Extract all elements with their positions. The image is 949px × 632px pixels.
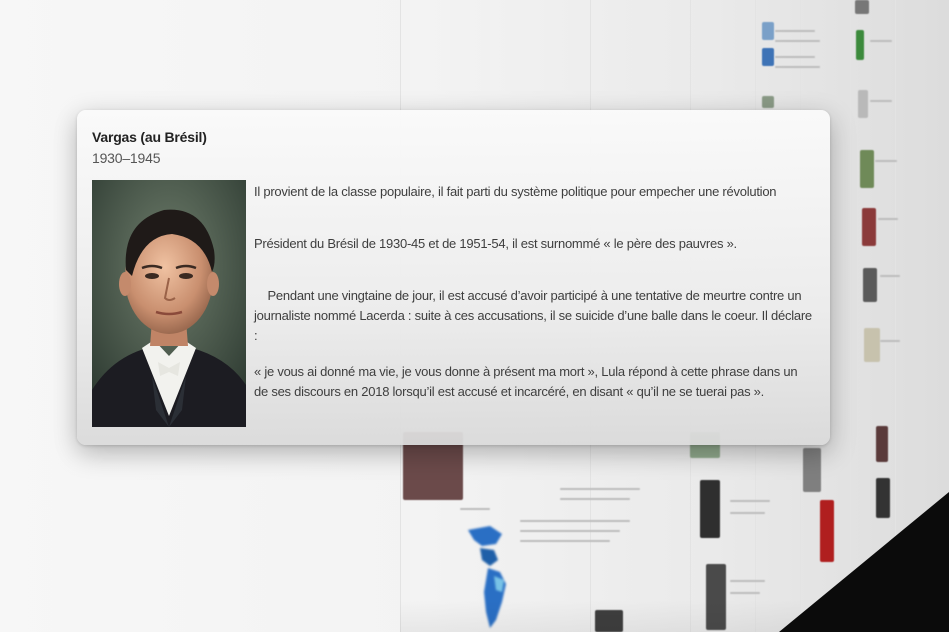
wall-text-line [460,508,490,510]
wall-text-line [878,218,898,220]
wall-text-line [560,488,640,490]
portrait-photo-icon [92,180,246,427]
description-paragraph: Pendant une vingtaine de jour, il est ac… [254,288,816,343]
wall-text-line [730,592,760,594]
wall-text-line [775,56,815,58]
wall-text-line [775,40,820,42]
wall-text-line [875,160,897,162]
wall-thumbnail [858,90,868,118]
event-dates: 1930–1945 [92,150,161,166]
wall-text-line [870,40,892,42]
wall-text-line [730,580,765,582]
wall-thumbnail [863,268,877,302]
wall-text-line [880,275,900,277]
wall-thumbnail [762,22,774,40]
wall-text-line [560,498,630,500]
un-emblem-icon [762,48,774,66]
wall-text-line [520,520,630,522]
wall-thumbnail [862,208,876,246]
wall-text-line [880,340,900,342]
wall-thumbnail [855,0,869,14]
wall-thumbnail [700,480,720,538]
wall-thumbnail [876,426,888,462]
event-title: Vargas (au Brésil) [92,129,207,145]
wall-thumbnail [762,96,774,108]
wall-text-line [730,500,770,502]
wall-thumbnail [803,448,821,492]
description-paragraph: Il provient de la classe populaire, il f… [254,184,777,199]
wall-thumbnail [860,150,874,188]
wall-text-line [520,540,610,542]
wall-text-line [730,512,765,514]
wall-thumbnail [864,328,880,362]
wall-text-line [520,530,620,532]
description-paragraph: Président du Brésil de 1930-45 et de 195… [254,236,737,251]
wall-thumbnail [856,30,864,60]
description-paragraph: « je vous ai donné ma vie, je vous donne… [254,364,798,399]
wall-text-line [870,100,892,102]
wall-text-line [775,66,820,68]
wall-dark-corner [779,492,949,632]
wall-text-line [775,30,815,32]
event-detail-card[interactable]: Vargas (au Brésil) 1930–1945 Il provient… [77,110,830,445]
wall-floor-shadow [400,600,800,632]
